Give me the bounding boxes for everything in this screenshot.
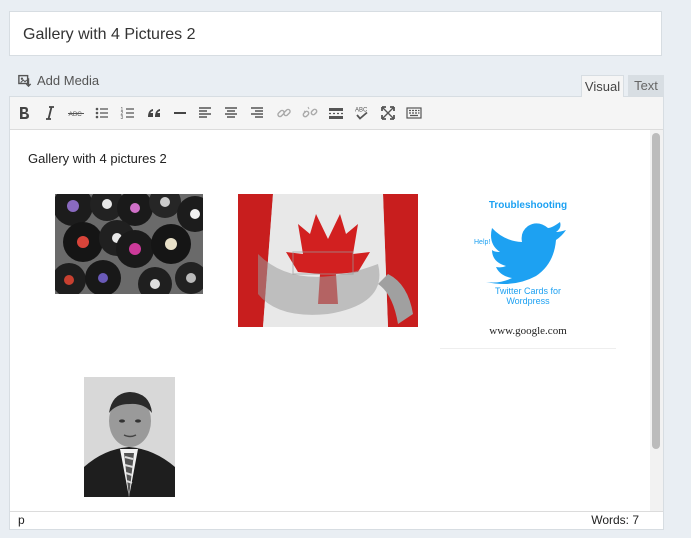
numbered-list-button[interactable]: 123	[116, 101, 140, 125]
gallery-image-canada-flag[interactable]	[238, 194, 418, 327]
add-media-button[interactable]: Add Media	[18, 71, 99, 89]
align-center-icon	[225, 107, 237, 118]
twitter-bird-icon	[486, 222, 566, 284]
read-more-button[interactable]	[324, 101, 348, 125]
remove-link-button[interactable]	[298, 101, 322, 125]
strikethrough-icon: ABC	[68, 111, 84, 118]
link-icon	[277, 108, 291, 118]
align-right-button[interactable]	[245, 101, 269, 125]
media-icon	[18, 74, 32, 87]
tab-visual[interactable]: Visual	[581, 75, 624, 97]
read-more-icon	[329, 108, 343, 119]
horizontal-line-button[interactable]	[168, 101, 192, 125]
italic-button[interactable]	[38, 101, 62, 125]
gallery-image-vinyl-records[interactable]	[55, 194, 203, 294]
element-path[interactable]: p	[18, 513, 25, 527]
fullscreen-button[interactable]	[376, 101, 400, 125]
twitter-card-caption-1: Twitter Cards for	[494, 286, 561, 296]
insert-link-button[interactable]	[272, 101, 296, 125]
editor-toolbar: ABC 123 ABC	[10, 97, 663, 130]
blockquote-button[interactable]	[142, 101, 166, 125]
toolbar-toggle-button[interactable]	[402, 101, 426, 125]
italic-icon	[46, 106, 54, 120]
numbered-list-icon: 123	[121, 107, 134, 121]
bulleted-list-button[interactable]	[90, 101, 114, 125]
twitter-card-caption-2: Wordpress	[506, 296, 550, 306]
add-media-label: Add Media	[37, 72, 100, 88]
align-right-icon	[251, 107, 263, 118]
keyboard-icon	[406, 107, 422, 119]
scrollbar-thumb[interactable]	[652, 133, 660, 449]
unlink-icon	[302, 106, 318, 118]
canada-flag-art	[238, 194, 418, 327]
spellcheck-button[interactable]: ABC	[350, 101, 374, 125]
bold-icon	[20, 107, 29, 119]
gallery-image-portrait[interactable]	[84, 377, 175, 497]
content-heading: Gallery with 4 pictures 2	[28, 151, 167, 166]
quote-icon	[148, 109, 160, 117]
fullscreen-icon	[381, 106, 395, 120]
svg-text:ABC: ABC	[69, 111, 83, 118]
twitter-card-footer: www.google.com	[489, 325, 567, 337]
bold-button[interactable]	[12, 101, 36, 125]
align-left-button[interactable]	[193, 101, 217, 125]
editor-statusbar: p Words: 7	[10, 511, 663, 529]
align-left-icon	[199, 107, 211, 118]
editor-scrollbar[interactable]	[650, 130, 663, 512]
tab-text[interactable]: Text	[628, 75, 664, 97]
align-center-button[interactable]	[219, 101, 243, 125]
gallery-item-divider	[440, 348, 616, 349]
spellcheck-icon: ABC	[355, 108, 368, 120]
gallery-image-twitter-cards[interactable]: Troubleshooting Help! Twitter Cards for …	[440, 194, 616, 350]
word-count: Words: 7	[591, 513, 639, 527]
bulleted-list-icon	[95, 107, 108, 119]
editor: ABC 123 ABC Gallery with 4 pictures 2 Tr…	[9, 96, 664, 530]
editor-content[interactable]: Gallery with 4 pictures 2 Troubleshootin…	[10, 130, 663, 512]
twitter-card-title: Troubleshooting	[488, 200, 568, 211]
post-title-input[interactable]: Gallery with 4 Pictures 2	[9, 11, 662, 56]
strikethrough-button[interactable]: ABC	[64, 101, 88, 125]
horizontal-line-icon	[174, 112, 186, 114]
svg-text:3: 3	[121, 115, 124, 121]
